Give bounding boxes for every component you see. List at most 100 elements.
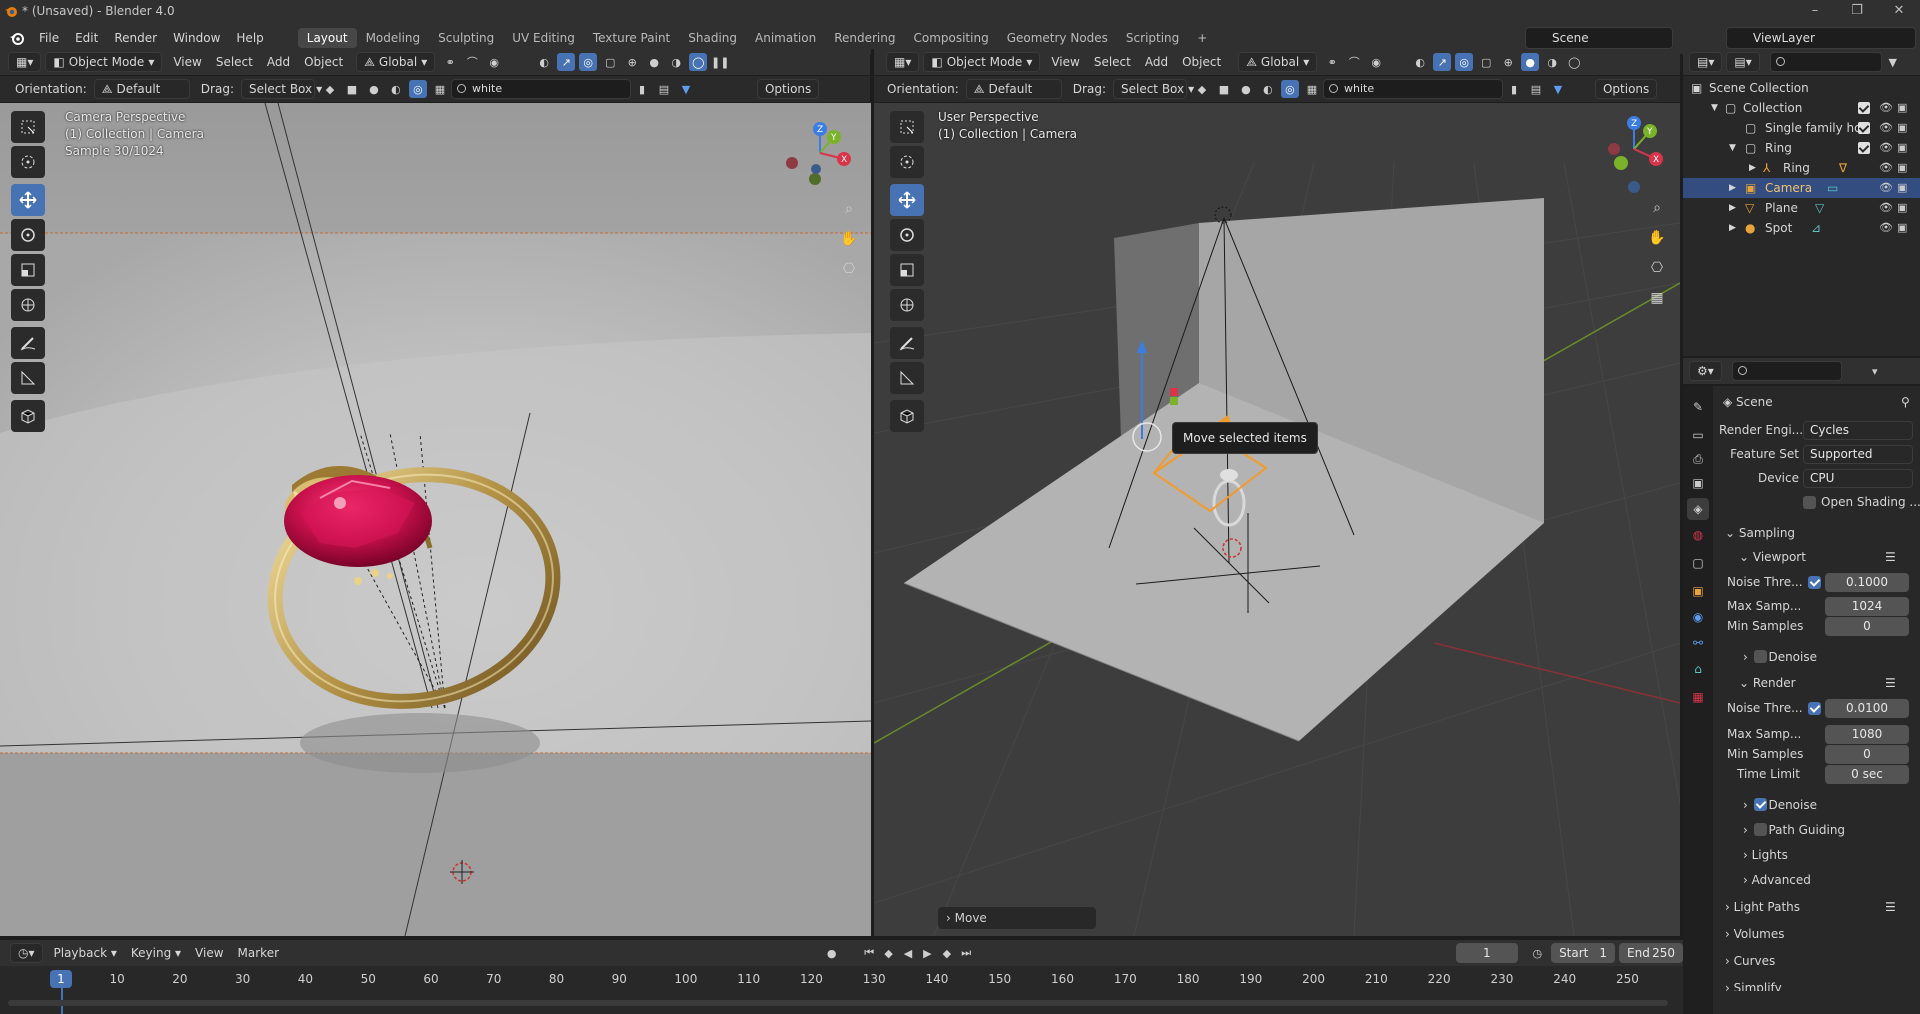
simplify-panel-header[interactable]: › Simplify <box>1725 977 1782 991</box>
render-tab-icon[interactable]: ▭ <box>1687 424 1709 446</box>
snap-icon[interactable]: ⌒ <box>463 53 481 71</box>
data-tab-icon[interactable]: ⌂ <box>1687 658 1709 680</box>
bookmark-icon[interactable]: ▮ <box>633 80 651 98</box>
right-search-field[interactable]: white <box>1322 79 1503 99</box>
visibility-icon[interactable]: ◐ <box>535 53 553 71</box>
right-grid-view-icon[interactable]: ▦ <box>1644 285 1670 311</box>
eye-icon[interactable]: 👁 <box>1879 202 1893 214</box>
expand-arrow-icon[interactable]: ▶ <box>1729 218 1736 238</box>
render-denoise-checkbox[interactable] <box>1753 798 1767 811</box>
light-paths-presets-icon[interactable]: ☰ <box>1885 897 1896 917</box>
exclude-checkbox[interactable] <box>1858 142 1870 154</box>
r-noise-checkbox[interactable] <box>1808 702 1821 715</box>
blender-menu-icon[interactable] <box>9 30 25 46</box>
eye-icon[interactable]: 👁 <box>1879 162 1893 174</box>
right-rotate-tool-icon[interactable] <box>890 219 924 251</box>
render-denoise-header[interactable]: › Denoise <box>1743 794 1817 816</box>
tab-modeling[interactable]: Modeling <box>357 28 430 48</box>
right-bookmark-icon[interactable]: ▮ <box>1505 80 1523 98</box>
scene-selector[interactable]: Scene <box>1525 27 1673 49</box>
maximize-button[interactable]: ❐ <box>1837 0 1877 22</box>
render-engine-dropdown[interactable]: Cycles <box>1803 421 1913 440</box>
right-material-ball-icon[interactable]: ◆ <box>1193 80 1211 98</box>
right-mode-dropdown[interactable]: ◧ Object Mode ▾ <box>923 52 1041 72</box>
playhead-marker[interactable]: 1 <box>50 970 72 988</box>
right-menu-view[interactable]: View <box>1044 55 1086 69</box>
right-proportional-icon[interactable]: ◉ <box>1367 53 1385 71</box>
outliner-editor-type[interactable]: ▤▾ <box>1689 52 1723 72</box>
collapse-arrow-icon[interactable]: ▼ <box>1711 98 1718 118</box>
pivot-icon[interactable]: ⚭ <box>441 53 459 71</box>
right-orientation-dropdown[interactable]: ⟁ Default <box>965 79 1062 99</box>
tool-tab-icon[interactable]: ✎ <box>1687 396 1709 418</box>
menu-render[interactable]: Render <box>106 31 165 45</box>
right-filter-material-icon[interactable]: ◐ <box>1259 80 1277 98</box>
minimize-button[interactable]: – <box>1795 0 1835 22</box>
right-snap-icon[interactable]: ⌒ <box>1345 53 1363 71</box>
close-button[interactable]: ✕ <box>1879 0 1919 22</box>
left-menu-view[interactable]: View <box>166 55 208 69</box>
menu-file[interactable]: File <box>31 31 67 45</box>
render-subpanel-header[interactable]: ⌄ Render <box>1739 672 1796 694</box>
overlay-toggle-icon[interactable]: ◎ <box>579 53 598 71</box>
left-transform-orientation[interactable]: ⟁ Global ▾ <box>356 52 436 72</box>
right-camera-view-icon[interactable]: ⎔ <box>1644 255 1670 281</box>
render-camera-icon[interactable]: ▣ <box>1897 142 1909 154</box>
r-noise-field[interactable]: 0.0100 <box>1825 699 1909 718</box>
tab-uv-editing[interactable]: UV Editing <box>503 28 584 48</box>
editor-type-button[interactable]: ▦▾ <box>8 52 42 72</box>
transform-tool-icon[interactable] <box>11 289 45 321</box>
left-menu-object[interactable]: Object <box>297 55 350 69</box>
add-workspace-button[interactable]: + <box>1188 28 1216 48</box>
pan-view-icon[interactable]: ✋ <box>836 226 862 252</box>
right-editor-type-button[interactable]: ▦▾ <box>886 52 920 72</box>
filter-sphere-icon[interactable]: ● <box>365 80 383 98</box>
left-menu-add[interactable]: Add <box>260 55 297 69</box>
outliner-ring-collection[interactable]: ▼ ▢ Ring 👁 ▣ <box>1683 138 1920 158</box>
left-menu-select[interactable]: Select <box>209 55 260 69</box>
right-menu-select[interactable]: Select <box>1087 55 1138 69</box>
outliner-collection[interactable]: ▼ ▢ Collection 👁 ▣ <box>1683 98 1920 118</box>
annotate-tool-icon[interactable] <box>11 327 45 359</box>
measure-tool-icon[interactable] <box>11 362 45 394</box>
r-max-field[interactable]: 1080 <box>1825 725 1909 744</box>
path-guiding-checkbox[interactable] <box>1753 823 1767 836</box>
outliner-camera[interactable]: ▶ ▣ Camera ▭ 👁 ▣ <box>1683 178 1920 198</box>
tab-shading[interactable]: Shading <box>679 28 746 48</box>
right-visibility-icon[interactable]: ◐ <box>1411 53 1429 71</box>
expand-arrow-icon[interactable]: ▶ <box>1729 198 1736 218</box>
menu-edit[interactable]: Edit <box>67 31 106 45</box>
right-layout-icon[interactable]: ▤ <box>1527 80 1545 98</box>
right-transform-tool-icon[interactable] <box>890 289 924 321</box>
outliner-display-mode[interactable]: ▤▾ <box>1726 52 1760 72</box>
vp-min-field[interactable]: 0 <box>1825 617 1909 636</box>
gizmo-toggle-icon[interactable]: ↗ <box>557 53 576 71</box>
tab-rendering[interactable]: Rendering <box>825 28 904 48</box>
right-gizmo-toggle-icon[interactable]: ↗ <box>1433 53 1452 71</box>
right-annotate-tool-icon[interactable] <box>890 327 924 359</box>
wireframe-shading-icon[interactable]: ⊕ <box>623 53 641 71</box>
properties-options-icon[interactable]: ▾ <box>1866 362 1884 380</box>
exclude-checkbox[interactable] <box>1858 102 1870 114</box>
rotate-tool-icon[interactable] <box>11 219 45 251</box>
layout-icon[interactable]: ▤ <box>655 80 673 98</box>
right-menu-add[interactable]: Add <box>1138 55 1175 69</box>
right-filter-solid-icon[interactable]: ■ <box>1215 80 1233 98</box>
world-tab-icon[interactable]: ◍ <box>1687 524 1709 546</box>
view-layer-tab-icon[interactable]: ▣ <box>1687 472 1709 494</box>
tab-sculpting[interactable]: Sculpting <box>429 28 503 48</box>
render-camera-icon[interactable]: ▣ <box>1897 222 1909 234</box>
tab-animation[interactable]: Animation <box>746 28 825 48</box>
cursor-tool-icon[interactable] <box>11 146 45 178</box>
output-tab-icon[interactable]: ⎙ <box>1687 448 1709 470</box>
left-navigation-gizmo[interactable]: ZY X <box>780 113 860 193</box>
outliner-single-family[interactable]: ▢ Single family ho 👁 ▣ <box>1683 118 1920 138</box>
device-dropdown[interactable]: CPU <box>1803 469 1913 488</box>
texture-tab-icon[interactable]: ▦ <box>1687 686 1709 708</box>
feature-set-dropdown[interactable]: Supported <box>1803 445 1913 464</box>
volumes-panel-header[interactable]: › Volumes <box>1725 923 1785 945</box>
vp-noise-field[interactable]: 0.1000 <box>1825 573 1909 592</box>
menu-window[interactable]: Window <box>165 31 228 45</box>
zoom-view-icon[interactable]: ⌕ <box>836 196 862 222</box>
right-cursor-tool-icon[interactable] <box>890 146 924 178</box>
